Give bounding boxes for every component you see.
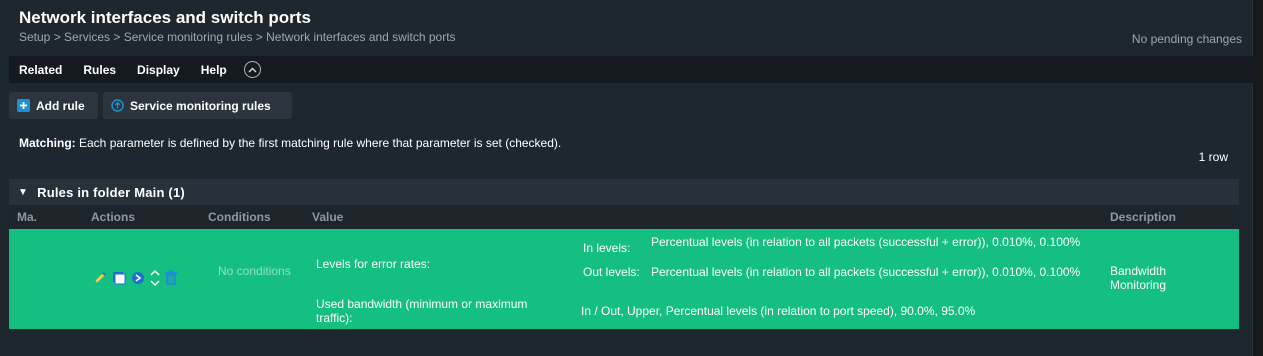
arrow-up-circle-icon <box>111 99 124 112</box>
breadcrumb[interactable]: Setup > Services > Service monitoring ru… <box>19 30 456 44</box>
add-rule-button[interactable]: Add rule <box>9 92 98 119</box>
row-actions <box>92 269 178 287</box>
error-rates-label: Levels for error rates: <box>316 257 431 271</box>
matching-info: Matching: Each parameter is defined by t… <box>19 136 561 150</box>
rules-folder: ▼ Rules in folder Main (1) Ma. Actions C… <box>9 179 1239 329</box>
matching-text: Each parameter is defined by the first m… <box>75 136 562 150</box>
scrollbar-track[interactable] <box>1253 0 1263 356</box>
service-monitoring-rules-button[interactable]: Service monitoring rules <box>103 92 292 119</box>
folder-title: Rules in folder Main (1) <box>37 184 185 200</box>
pending-changes-status[interactable]: No pending changes <box>1132 32 1242 46</box>
row-count: 1 row <box>1198 150 1228 164</box>
description-cell: Bandwidth Monitoring <box>1110 264 1167 292</box>
menu-related[interactable]: Related <box>19 63 62 77</box>
menu-bar: Related Rules Display Help <box>9 56 1253 83</box>
move-rule-icon[interactable] <box>149 269 161 287</box>
column-header-actions: Actions <box>91 210 136 224</box>
conditions-cell: No conditions <box>218 264 291 278</box>
menu-rules[interactable]: Rules <box>83 63 116 77</box>
column-header-description: Description <box>1110 210 1177 224</box>
out-levels-value: Percentual levels (in relation to all pa… <box>651 265 1081 279</box>
column-header-conditions: Conditions <box>208 210 271 224</box>
bandwidth-label: Used bandwidth (minimum or maximum traff… <box>316 297 528 325</box>
column-header-value: Value <box>312 210 344 224</box>
menu-display[interactable]: Display <box>137 63 180 77</box>
triangle-down-icon[interactable]: ▼ <box>18 187 28 198</box>
clone-icon[interactable] <box>111 270 127 286</box>
bandwidth-value: In / Out, Upper, Percentual levels (in r… <box>581 304 976 318</box>
main-page: Network interfaces and switch ports Setu… <box>0 0 1253 356</box>
menu-help[interactable]: Help <box>201 63 227 77</box>
table-row: No conditions Levels for error rates: In… <box>9 229 1239 329</box>
service-monitoring-rules-label: Service monitoring rules <box>130 98 271 113</box>
in-levels-value: Percentual levels (in relation to all pa… <box>651 235 1081 249</box>
in-levels-label: In levels: <box>583 241 631 255</box>
page-title: Network interfaces and switch ports <box>19 8 311 27</box>
add-rule-label: Add rule <box>36 98 85 113</box>
trash-icon[interactable] <box>164 270 178 286</box>
export-rule-icon[interactable] <box>130 270 146 286</box>
plus-icon <box>17 99 30 112</box>
folder-header[interactable]: ▼ Rules in folder Main (1) <box>9 179 1239 205</box>
collapse-menu-icon[interactable] <box>243 61 261 78</box>
edit-icon[interactable] <box>92 270 108 286</box>
column-header-ma: Ma. <box>17 210 38 224</box>
table-header: Ma. Actions Conditions Value Description <box>9 205 1239 229</box>
out-levels-label: Out levels: <box>583 265 640 279</box>
matching-label: Matching: <box>19 136 76 150</box>
